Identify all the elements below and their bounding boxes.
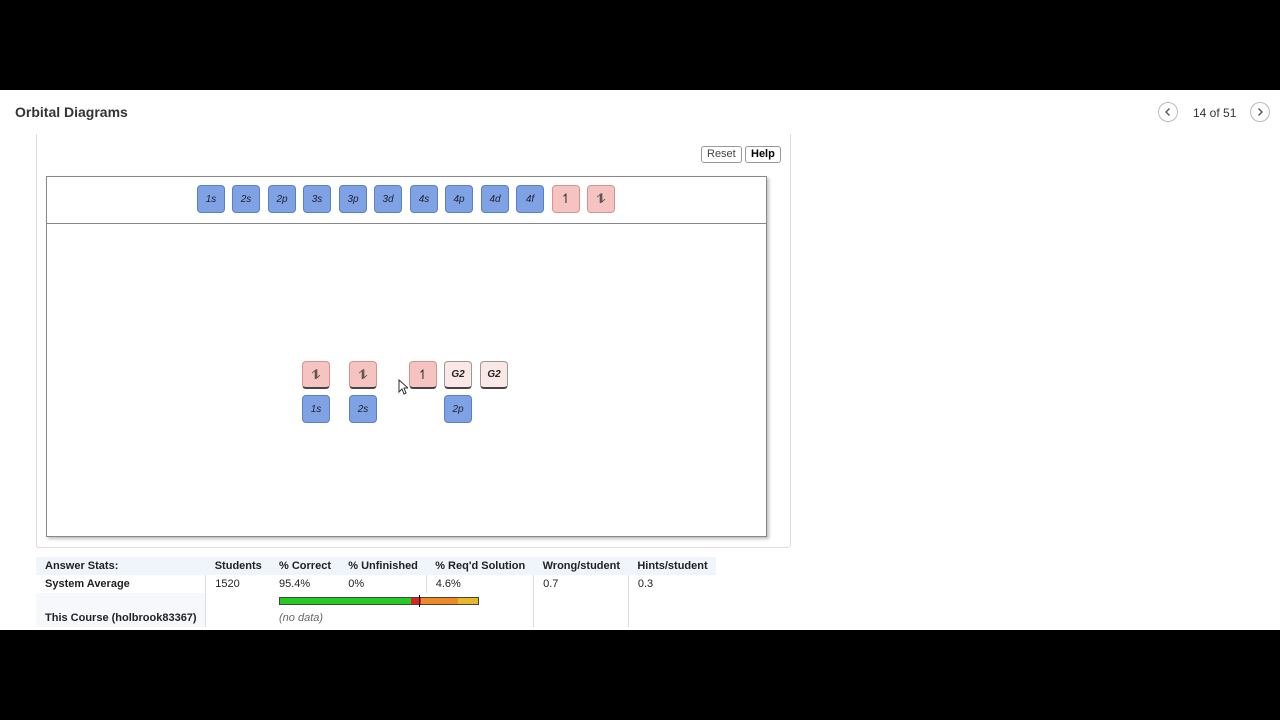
stats-row-bar [36,593,716,609]
electron-box-2p-2[interactable]: G2 [444,361,472,389]
page-title: Orbital Diagrams [15,104,128,120]
orbital-diagram-canvas[interactable]: 1s 2s 2p 3s 3p 3d 4s 4p 4d 4f ↿ ⥮ ⥮ ⥮ ↿ … [46,176,767,537]
orbital-label-2p[interactable]: 2p [444,395,472,423]
palette-orbital-3s[interactable]: 3s [303,185,331,213]
palette-single-electron[interactable]: ↿ [552,185,580,213]
palette-orbital-2p[interactable]: 2p [268,185,296,213]
palette-orbital-4d[interactable]: 4d [481,185,509,213]
orbital-diagrams-page: Orbital Diagrams 14 of 51 Reset Help 1s … [0,90,1280,630]
stats-header-pct-correct: % Correct [270,557,340,575]
page-count: 14 of 51 [1193,106,1237,120]
palette-orbital-4f[interactable]: 4f [516,185,544,213]
system-average-pct-reqd-solution: 4.6% [425,575,534,593]
bar-segment-4 [458,598,478,604]
stats-header-hints-per-student: Hints/student [628,557,716,575]
stats-header-label: Answer Stats: [36,557,206,575]
electron-box-1s[interactable]: ⥮ [302,361,330,389]
system-average-label: System Average [36,575,206,593]
stats-header-students: Students [205,557,271,575]
palette-divider [47,223,766,224]
chevron-right-icon [1258,108,1263,116]
bar-segment-3 [420,598,459,604]
system-average-pct-correct: 95.4% [270,575,340,593]
stats-header-pct-unfinished: % Unfinished [339,557,427,575]
chevron-left-icon [1165,108,1170,116]
orbital-label-2s[interactable]: 2s [349,395,377,423]
help-button[interactable]: Help [745,146,781,163]
system-average-hints-per-student: 0.3 [627,575,716,593]
bar-marker [418,595,420,607]
stats-header-wrong-per-student: Wrong/student [533,557,629,575]
bar-segment-1 [280,598,411,604]
electron-box-2s[interactable]: ⥮ [349,361,377,389]
next-item-button[interactable] [1250,102,1270,122]
system-average-wrong-per-student: 0.7 [533,575,629,593]
answer-stats-table: Answer Stats: Students % Correct % Unfin… [36,557,716,627]
this-course-label: This Course (holbrook83367) [36,609,206,627]
reset-button[interactable]: Reset [701,146,742,163]
palette-paired-electrons[interactable]: ⥮ [587,185,615,213]
stats-header-row: Answer Stats: Students % Correct % Unfin… [36,557,716,575]
mouse-cursor-icon [398,379,408,395]
system-average-students: 1520 [205,575,271,593]
electron-box-2p-1[interactable]: ↿ [409,361,437,389]
orbital-label-1s[interactable]: 1s [302,395,330,423]
electron-box-2p-3[interactable]: G2 [480,361,508,389]
answer-stats: Answer Stats: Students % Correct % Unfin… [36,557,716,627]
palette-orbital-3p[interactable]: 3p [339,185,367,213]
this-course-no-data: (no data) [279,612,324,624]
palette-orbital-4p[interactable]: 4p [445,185,473,213]
prev-item-button[interactable] [1158,102,1178,122]
palette-orbital-3d[interactable]: 3d [374,185,402,213]
stats-row-this-course: This Course (holbrook83367) (no data) [36,609,716,627]
palette-orbital-1s[interactable]: 1s [197,185,225,213]
stats-header-pct-reqd-solution: % Req'd Solution [426,557,534,575]
performance-bar [279,595,480,607]
stats-row-system-average: System Average 1520 95.4% 0% 4.6% 0.7 0.… [36,575,716,593]
palette-orbital-2s[interactable]: 2s [232,185,260,213]
system-average-pct-unfinished: 0% [339,575,427,593]
palette-orbital-4s[interactable]: 4s [410,185,438,213]
